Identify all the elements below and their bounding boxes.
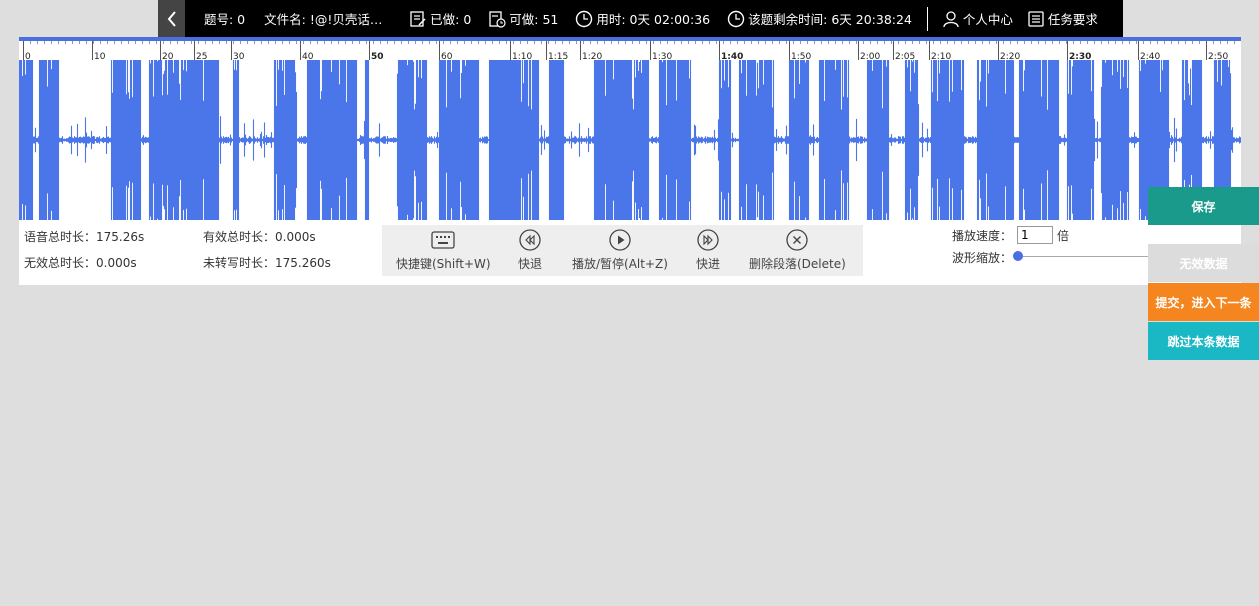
zoom-slider-handle[interactable] <box>1013 251 1023 261</box>
timeline-progress-bar <box>19 37 1241 41</box>
zoom-label: 波形缩放： <box>952 251 1013 265</box>
done-count: 已做: 0 <box>409 0 471 37</box>
list-icon <box>1028 10 1044 27</box>
save-button[interactable]: 保存 <box>1148 187 1259 225</box>
skip-button[interactable]: 跳过本条数据 <box>1148 322 1259 360</box>
timeline-label: 2:50 <box>1208 52 1228 60</box>
chevron-left-icon <box>167 10 176 27</box>
timeline-label: 2:20 <box>1000 52 1020 60</box>
invalid-data-button[interactable]: 无效数据 <box>1148 244 1259 282</box>
clock-icon <box>576 10 593 27</box>
playback-controls: 快捷键(Shift+W) 快退 播放/暂停(Alt+Z) 快进 删除段落(Del… <box>382 225 863 276</box>
waveform[interactable] <box>19 60 1241 221</box>
timeline-label: 1:10 <box>512 52 532 60</box>
top-bar: 题号: 0 文件名: !@!贝壳话… 已做: 0 可做: 51 用时: 0天 0… <box>158 0 1123 37</box>
valid-total-duration: 有效总时长：0.000s <box>203 230 316 244</box>
back-button[interactable] <box>158 0 185 37</box>
available-count: 可做: 51 <box>488 0 558 37</box>
timeline-label: 2:10 <box>931 52 951 60</box>
speech-total-duration: 语音总时长：175.26s <box>24 230 145 244</box>
fast-forward-icon <box>697 229 719 251</box>
submit-next-button[interactable]: 提交，进入下一条 <box>1148 283 1259 321</box>
timeline-label: 30 <box>233 52 245 60</box>
timeline-label: 20 <box>162 52 174 60</box>
timeline-label: 50 <box>371 52 384 60</box>
rewind-button[interactable]: 快退 <box>518 225 542 276</box>
user-icon <box>943 10 959 27</box>
timeline-ruler[interactable]: 0 10 20 25 30 40 50 60 1:10 1:15 1:20 1:30 1:40 1:50 2… <box>19 37 1241 60</box>
timeline-label: 10 <box>94 52 106 60</box>
keyboard-icon <box>431 231 455 249</box>
play-pause-button[interactable]: 播放/暂停(Alt+Z) <box>572 225 668 276</box>
invalid-total-duration: 无效总时长：0.000s <box>24 256 137 270</box>
edit-doc-icon <box>410 10 426 27</box>
clock-icon <box>727 10 745 27</box>
user-center-link[interactable]: 个人中心 <box>942 0 1013 37</box>
divider <box>926 6 928 31</box>
speed-unit: 倍 <box>1057 229 1070 243</box>
delete-segment-button[interactable]: 删除段落(Delete) <box>749 225 846 276</box>
timeline-label: 0 <box>25 52 31 60</box>
timeline-label: 40 <box>302 52 314 60</box>
untranscribed-duration: 未转写时长：175.260s <box>203 256 331 270</box>
timeline-label: 2:40 <box>1140 52 1160 60</box>
timeline-label: 1:15 <box>548 52 568 60</box>
speed-label: 播放速度： <box>952 229 1013 243</box>
timeline-label: 1:40 <box>721 52 743 60</box>
play-icon <box>609 229 631 251</box>
timeline-label: 2:05 <box>895 52 915 60</box>
rewind-icon <box>519 229 541 251</box>
forward-button[interactable]: 快进 <box>696 225 720 276</box>
speed-input[interactable] <box>1017 226 1053 244</box>
timeline-label: 60 <box>441 52 453 60</box>
timeline-label: 1:30 <box>652 52 672 60</box>
audio-editor-panel: 0 10 20 25 30 40 50 60 1:10 1:15 1:20 1:30 1:40 1:50 2… <box>19 37 1241 285</box>
close-circle-icon <box>786 229 809 251</box>
question-number: 题号: 0 <box>204 12 246 27</box>
timeline-label: 1:20 <box>582 52 602 60</box>
timeline-label: 25 <box>196 52 207 60</box>
timeline-label: 1:50 <box>791 52 811 60</box>
time-used: 用时: 0天 02:00:36 <box>575 0 710 37</box>
file-name: 文件名: !@!贝壳话… <box>264 12 383 27</box>
timeline-label: 2:30 <box>1069 52 1091 60</box>
task-requirements-link[interactable]: 任务要求 <box>1027 0 1098 37</box>
shortcut-button[interactable]: 快捷键(Shift+W) <box>396 225 491 276</box>
time-left: 该题剩余时间: 6天 20:38:24 <box>727 0 912 37</box>
doc-clock-icon <box>489 10 506 28</box>
timeline-label: 2:00 <box>860 52 880 60</box>
